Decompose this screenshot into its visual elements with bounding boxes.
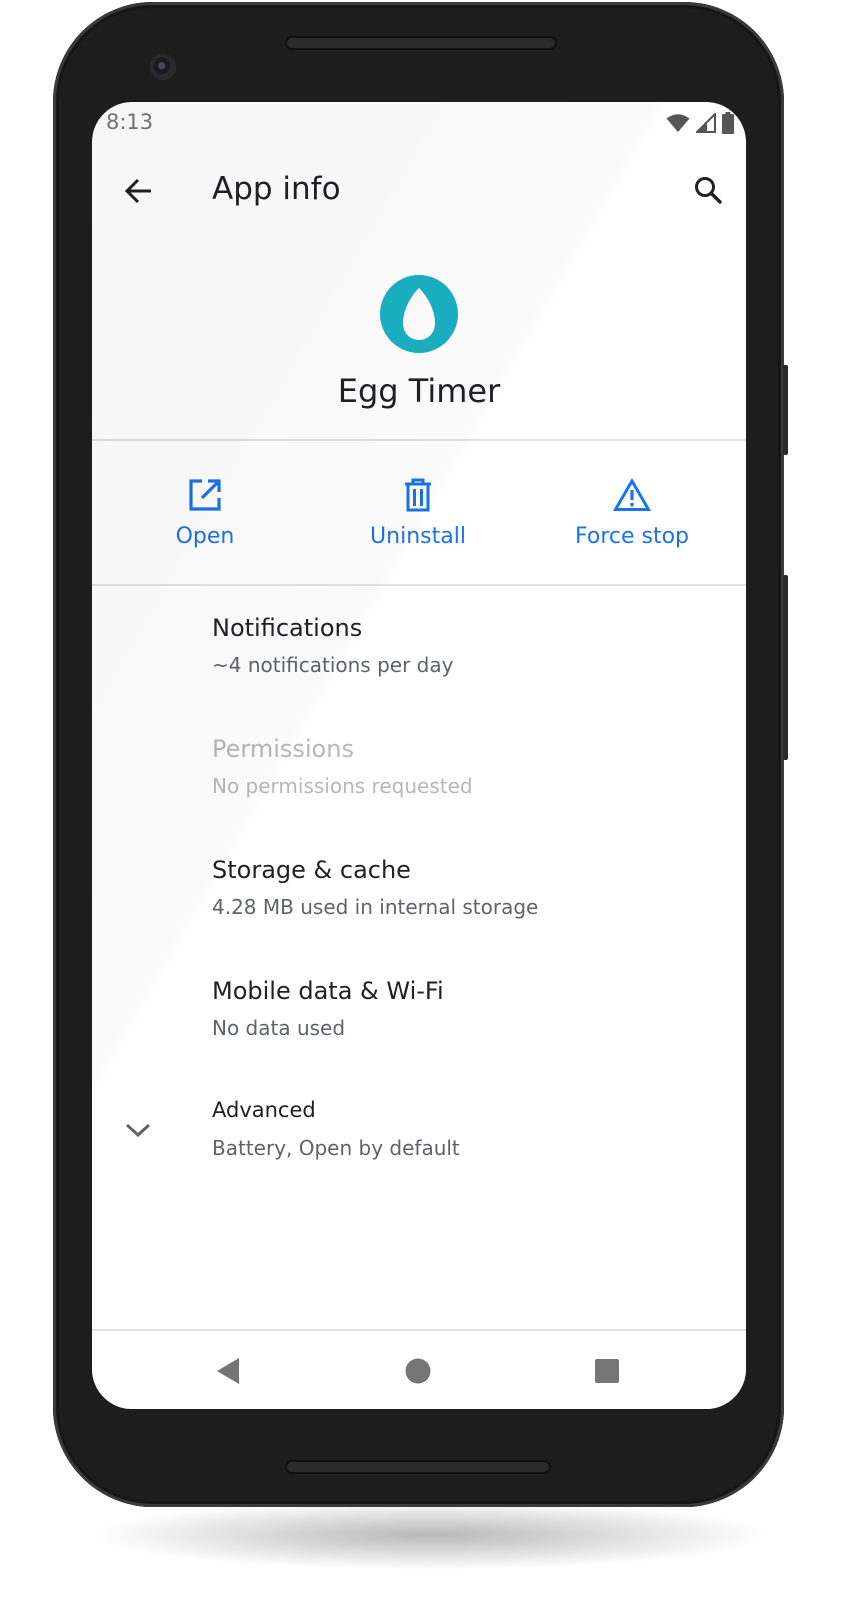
nav-back-icon	[217, 1358, 239, 1384]
item-title: Permissions	[212, 735, 354, 763]
item-subtitle: Battery, Open by default	[212, 1136, 460, 1160]
item-subtitle: ~4 notifications per day	[212, 653, 454, 677]
back-button[interactable]	[116, 168, 162, 214]
volume-rocker	[783, 575, 788, 760]
battery-icon	[722, 112, 734, 134]
storage-cache-item[interactable]: Storage & cache 4.28 MB used in internal…	[92, 828, 746, 938]
front-camera	[150, 54, 176, 80]
chevron-down-icon	[122, 1114, 154, 1146]
status-time: 8:13	[106, 110, 154, 134]
warning-triangle-icon	[612, 475, 652, 515]
uninstall-label: Uninstall	[370, 524, 466, 549]
arrow-back-icon	[124, 178, 151, 204]
bottom-speaker	[285, 1460, 551, 1474]
item-title: Advanced	[212, 1098, 316, 1122]
status-icons	[666, 112, 734, 134]
power-button	[783, 365, 788, 455]
open-button[interactable]: Open	[105, 441, 305, 584]
status-bar: 8:13	[92, 102, 746, 146]
force-stop-button[interactable]: Force stop	[532, 441, 732, 584]
open-label: Open	[175, 524, 235, 549]
notifications-item[interactable]: Notifications ~4 notifications per day	[92, 586, 746, 696]
nav-back-button[interactable]	[208, 1351, 248, 1391]
item-subtitle: 4.28 MB used in internal storage	[212, 895, 539, 919]
screen: 8:13 App info Egg Timer Open Uninstall F…	[92, 102, 746, 1409]
nav-home-button[interactable]	[398, 1351, 438, 1391]
action-buttons: Open Uninstall Force stop	[92, 441, 746, 584]
wifi-icon	[666, 114, 690, 132]
item-title: Mobile data & Wi-Fi	[212, 977, 444, 1005]
force-stop-label: Force stop	[574, 524, 690, 549]
egg-icon	[380, 275, 458, 353]
advanced-item[interactable]: Advanced Battery, Open by default	[92, 1069, 746, 1179]
mobile-data-wifi-item[interactable]: Mobile data & Wi-Fi No data used	[92, 949, 746, 1059]
trash-icon	[398, 475, 438, 515]
search-icon	[695, 177, 722, 204]
search-button[interactable]	[684, 166, 732, 214]
open-in-new-icon	[185, 475, 225, 515]
page-title: App info	[212, 171, 341, 207]
item-subtitle: No permissions requested	[212, 774, 473, 798]
nav-recents-button[interactable]	[587, 1351, 627, 1391]
nav-home-icon	[405, 1358, 431, 1384]
uninstall-button[interactable]: Uninstall	[318, 441, 518, 584]
navigation-bar	[92, 1331, 746, 1409]
app-name: Egg Timer	[337, 372, 501, 410]
item-subtitle: No data used	[212, 1016, 346, 1040]
nav-recents-icon	[595, 1359, 619, 1383]
app-bar: App info	[92, 146, 746, 238]
cell-signal-icon	[696, 113, 716, 133]
permissions-item[interactable]: Permissions No permissions requested	[92, 707, 746, 817]
earpiece-speaker	[285, 36, 557, 50]
item-title: Notifications	[212, 614, 363, 642]
app-header: Egg Timer	[92, 274, 746, 434]
item-title: Storage & cache	[212, 856, 411, 884]
phone-shadow	[90, 1500, 770, 1570]
